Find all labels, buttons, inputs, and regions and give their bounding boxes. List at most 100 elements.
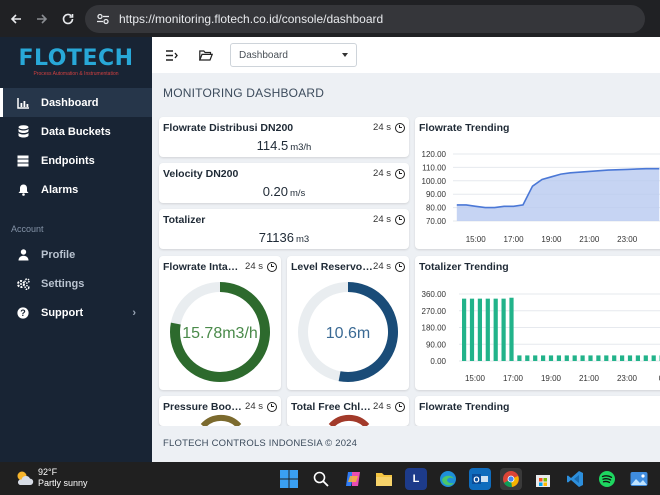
reload-button[interactable]	[55, 6, 81, 32]
y-tick-label: 110.00	[422, 163, 446, 172]
bar	[556, 355, 561, 361]
bar	[477, 298, 482, 361]
arrow-right-icon	[37, 13, 48, 24]
card-value-unit: m/s	[290, 188, 306, 199]
forward-button[interactable]	[29, 6, 55, 32]
back-button[interactable]	[3, 6, 29, 32]
flowrate-card: Flowrate Distribusi DN200 24 s 114.5 m3/h	[159, 117, 409, 157]
sidebar-item-support[interactable]: ? Support ›	[0, 298, 152, 327]
outlook-icon: O	[472, 474, 488, 485]
start-button[interactable]	[278, 468, 300, 490]
browser-toolbar: https://monitoring.flotech.co.id/console…	[0, 0, 660, 37]
taskbar-store[interactable]	[532, 468, 554, 490]
chart-icon	[16, 96, 30, 110]
dashboard-select-value: Dashboard	[239, 49, 288, 61]
footer: FLOTECH CONTROLS INDONESIA © 2024	[152, 426, 660, 462]
menu-toggle-icon	[166, 49, 178, 61]
chart-title: Flowrate Trending	[419, 401, 510, 413]
bar	[564, 355, 569, 361]
address-bar[interactable]: https://monitoring.flotech.co.id/console…	[85, 4, 645, 33]
pressure-booster-card: Pressure Boo… 24 s	[159, 396, 281, 426]
card-title: Flowrate Distribusi DN200	[163, 122, 294, 134]
totalizer-card: Totalizer 24 s 71136 m3	[159, 209, 409, 249]
photos-icon	[630, 472, 648, 486]
copilot-icon	[346, 472, 360, 486]
level-reservoir-gauge-card: Level Reservo… 24 s 10.6m	[287, 256, 409, 390]
taskbar-app-l[interactable]: L	[405, 468, 427, 490]
sidebar-item-label: Endpoints	[41, 154, 95, 167]
taskbar-spotify[interactable]	[596, 468, 618, 490]
y-tick-label: 90.00	[426, 190, 447, 199]
bar	[580, 355, 585, 361]
bar	[525, 355, 530, 361]
x-tick-label: 15:00	[466, 235, 487, 244]
total-free-chlorine-card: Total Free Chl… 24 s	[287, 396, 409, 426]
sidebar-item-data-buckets[interactable]: Data Buckets	[0, 117, 152, 146]
taskbar-chrome[interactable]	[500, 468, 522, 490]
card-time: 24 s	[373, 168, 405, 179]
flowrate-trending-2-card: Flowrate Trending	[415, 396, 660, 426]
y-tick-label: 270.00	[422, 307, 447, 316]
bar	[541, 355, 546, 361]
sidebar-item-profile[interactable]: Profile	[0, 240, 152, 269]
logo-tagline: Process Automation & Instrumentation	[33, 71, 119, 77]
taskbar-outlook[interactable]: O	[469, 468, 491, 490]
chevron-right-icon: ›	[132, 306, 136, 319]
brand-logo[interactable]: FLOTECH Process Automation & Instrumenta…	[0, 37, 152, 88]
user-icon	[16, 248, 30, 262]
weather-desc: Partly sunny	[38, 478, 88, 488]
sidebar-item-label: Alarms	[41, 183, 79, 196]
folder-open-icon	[199, 49, 213, 61]
taskbar-vscode[interactable]	[564, 468, 586, 490]
gauge-arc-partial	[200, 414, 242, 426]
sidebar-item-settings[interactable]: Settings	[0, 269, 152, 298]
card-value-unit: m3	[295, 234, 310, 245]
bar	[572, 355, 577, 361]
sidebar-item-endpoints[interactable]: Endpoints	[0, 146, 152, 175]
spotify-icon	[599, 471, 615, 487]
flowrate-intake-gauge: 15.78m3/h	[170, 282, 270, 382]
gears-icon	[16, 277, 30, 291]
taskbar-copilot[interactable]	[342, 468, 364, 490]
level-reservoir-gauge: 10.6m	[298, 282, 398, 382]
partly-sunny-icon	[17, 471, 34, 485]
bar	[501, 298, 506, 361]
bar	[596, 355, 601, 361]
sidebar-item-alarms[interactable]: Alarms	[0, 175, 152, 204]
bar	[517, 355, 522, 361]
card-value-number: 0.20	[262, 184, 288, 199]
taskbar-edge[interactable]	[437, 468, 459, 490]
gauge-value: 10.6m	[326, 325, 370, 342]
totalizer-trending-chart[interactable]: 360.00 270.00 180.00 90.00 0.00 15:00 17:00 19:…	[415, 256, 660, 390]
bar	[533, 355, 538, 361]
y-tick-label: 360.00	[422, 290, 447, 299]
sidebar-item-label: Dashboard	[41, 96, 99, 109]
dashboard-select[interactable]: Dashboard	[230, 43, 357, 67]
page-title: MONITORING DASHBOARD	[163, 86, 325, 100]
l-app-icon: L	[412, 473, 420, 485]
x-tick-label: 17:00	[504, 235, 525, 244]
folder-button[interactable]	[196, 45, 216, 65]
edge-icon	[440, 471, 456, 487]
taskbar-photos[interactable]	[628, 468, 650, 490]
weather-widget[interactable]: 92°F Partly sunny	[14, 467, 88, 489]
y-tick-label: 0.00	[430, 357, 446, 366]
arrow-left-icon	[10, 13, 21, 24]
sidebar-toggle-button[interactable]	[162, 45, 182, 65]
x-tick-label: 15:00	[465, 374, 486, 383]
taskbar-file-explorer[interactable]	[373, 468, 395, 490]
y-tick-label: 90.00	[426, 340, 447, 349]
sidebar-item-dashboard[interactable]: Dashboard	[0, 88, 152, 117]
taskbar-search-button[interactable]	[310, 468, 332, 490]
card-value-number: 114.5	[256, 138, 289, 153]
site-settings-icon[interactable]	[91, 9, 115, 29]
clock-icon	[395, 214, 405, 225]
x-tick-label: 19:00	[541, 235, 562, 244]
bar	[604, 355, 609, 361]
flowrate-trending-chart[interactable]: 120.00 110.00 100.00 90.00 80.00 70.00 15:00 17…	[415, 117, 660, 249]
bar	[643, 355, 648, 361]
database-icon	[16, 125, 30, 139]
sidebar-item-label: Support	[41, 306, 84, 319]
card-time-text: 24 s	[373, 214, 391, 225]
bar	[548, 355, 554, 361]
